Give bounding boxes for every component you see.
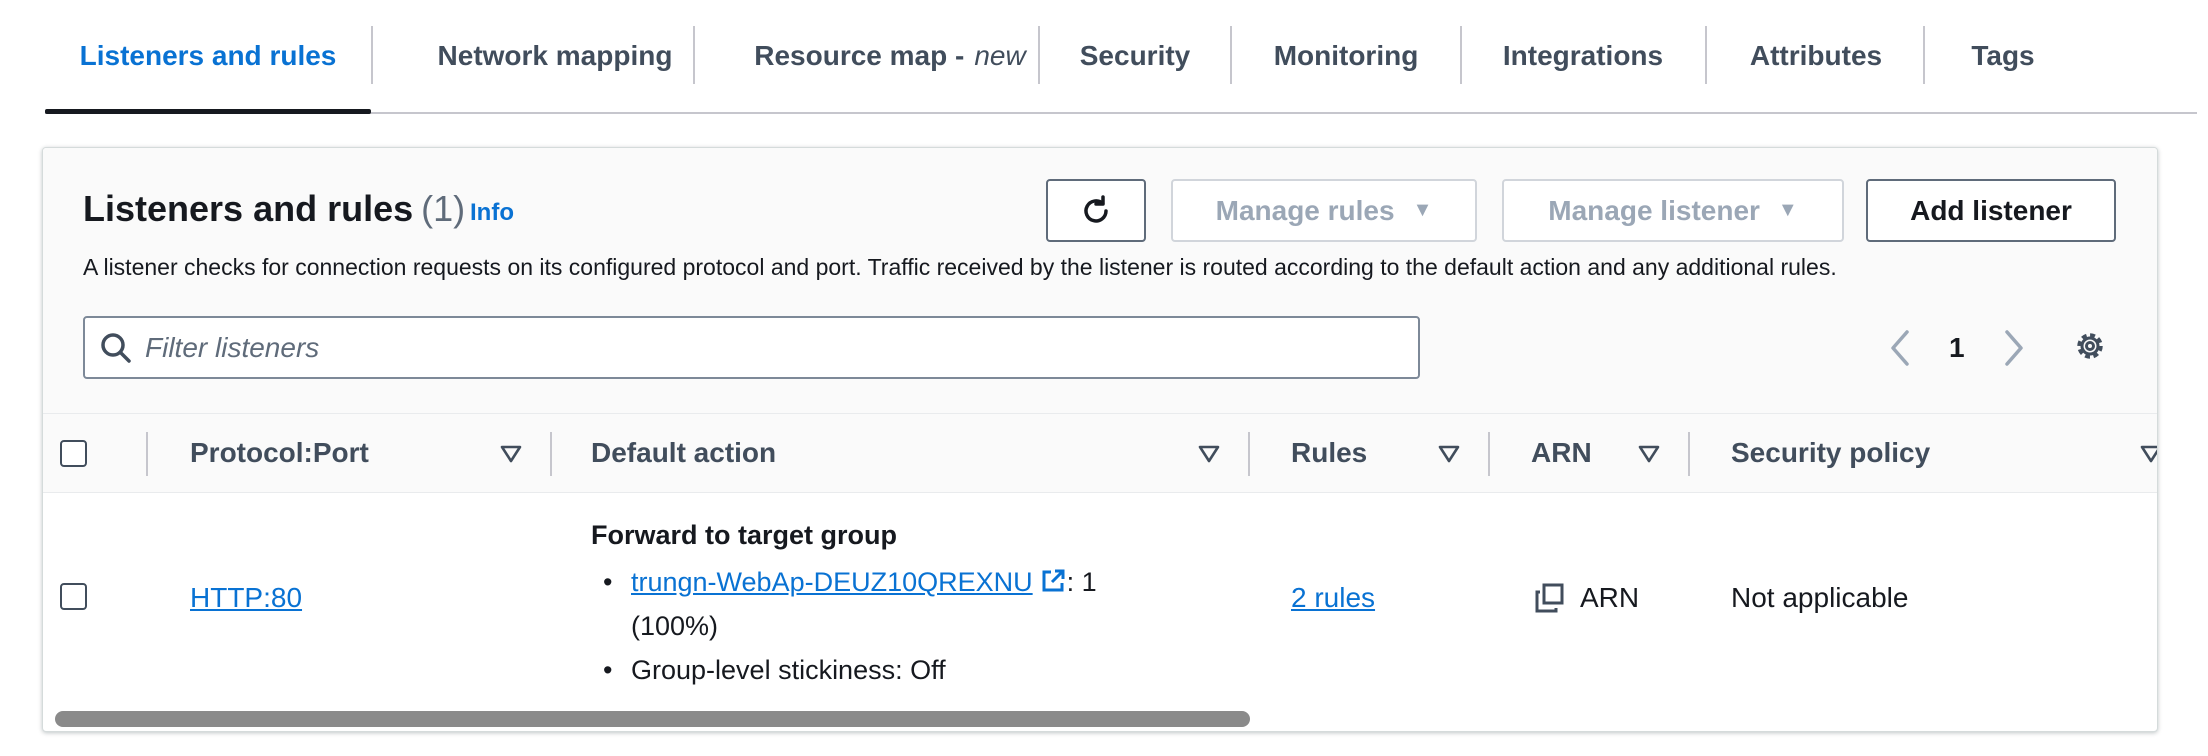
- table-row: HTTP:80 Forward to target group trungn-W…: [43, 494, 2157, 704]
- tab-label: Attributes: [1749, 40, 1883, 71]
- column-divider: [1488, 432, 1490, 476]
- column-divider: [146, 432, 148, 476]
- tab-integrations[interactable]: Integrations: [1462, 0, 1704, 112]
- protocol-port-link[interactable]: HTTP:80: [190, 582, 302, 614]
- table-header: Protocol:Port Default action Rules ARN S…: [43, 413, 2157, 493]
- new-badge: new: [974, 40, 1026, 71]
- tab-label: Monitoring: [1273, 40, 1419, 71]
- sort-icon[interactable]: [2140, 444, 2158, 464]
- horizontal-scrollbar[interactable]: [55, 711, 1250, 727]
- tab-label: Network mapping: [437, 40, 673, 71]
- tab-bar: Listeners and rules Network mapping Reso…: [45, 0, 2197, 114]
- tab-tags[interactable]: Tags: [1925, 0, 2081, 112]
- tab-attributes[interactable]: Attributes: [1707, 0, 1925, 112]
- tab-label: Listeners and rules: [79, 40, 337, 71]
- page-number[interactable]: 1: [1949, 332, 1965, 364]
- add-listener-button[interactable]: Add listener: [1866, 179, 2116, 242]
- search-icon: [101, 332, 131, 363]
- sort-icon[interactable]: [500, 444, 522, 464]
- caret-down-icon: ▼: [1777, 199, 1798, 221]
- column-header-rules[interactable]: Rules: [1291, 437, 1367, 469]
- target-weight: : 1: [1066, 567, 1097, 597]
- tab-label: Security: [1079, 40, 1191, 71]
- tab-monitoring[interactable]: Monitoring: [1232, 0, 1460, 112]
- tab-label: Tags: [1971, 40, 2035, 71]
- tab-listeners-and-rules[interactable]: Listeners and rules: [45, 0, 371, 114]
- listener-count: (1): [421, 188, 466, 229]
- chevron-right-icon[interactable]: [1999, 326, 2029, 370]
- panel-description: A listener checks for connection request…: [83, 254, 1837, 280]
- info-link[interactable]: Info: [470, 199, 514, 227]
- manage-rules-button[interactable]: Manage rules ▼: [1171, 179, 1477, 242]
- external-link-icon[interactable]: [1039, 567, 1067, 595]
- listeners-panel: Listeners and rules (1) Info A listener c…: [42, 147, 2158, 732]
- column-divider: [550, 432, 552, 476]
- copy-arn-button[interactable]: ARN: [1534, 582, 1639, 614]
- target-group-item: trungn-WebAp-DEUZ10QREXNU : 1 (100%): [591, 560, 1151, 648]
- tab-label: Resource map -: [754, 40, 965, 71]
- panel-title-text: Listeners and rules: [83, 188, 414, 229]
- arn-label: ARN: [1580, 582, 1640, 613]
- column-header-arn[interactable]: ARN: [1531, 437, 1592, 469]
- tab-label: Integrations: [1502, 40, 1664, 71]
- security-policy-value: Not applicable: [1731, 582, 1909, 613]
- tab-security[interactable]: Security: [1040, 0, 1230, 112]
- target-weight-percent: (100%): [631, 611, 719, 641]
- target-group-link[interactable]: trungn-WebAp-DEUZ10QREXNU: [631, 567, 1033, 597]
- filter-listeners-input[interactable]: [145, 331, 1345, 364]
- column-header-security-policy[interactable]: Security policy: [1731, 437, 1930, 469]
- sort-icon[interactable]: [1198, 444, 1220, 464]
- manage-listener-label: Manage listener: [1548, 194, 1760, 226]
- filter-box: [83, 316, 1420, 379]
- default-action-details: trungn-WebAp-DEUZ10QREXNU : 1 (100%) Group…: [591, 560, 1151, 692]
- select-all-checkbox[interactable]: [60, 440, 87, 467]
- row-checkbox[interactable]: [60, 583, 87, 610]
- column-header-protocol-port[interactable]: Protocol:Port: [190, 437, 369, 469]
- sort-icon[interactable]: [1438, 444, 1460, 464]
- panel-title: Listeners and rules (1): [83, 188, 465, 230]
- copy-icon: [1535, 583, 1564, 613]
- tab-resource-map[interactable]: Resource map - new: [695, 0, 1085, 112]
- manage-listener-button[interactable]: Manage listener ▼: [1502, 179, 1844, 242]
- tab-network-mapping[interactable]: Network mapping: [373, 0, 737, 112]
- column-divider: [1688, 432, 1690, 476]
- rules-link[interactable]: 2 rules: [1291, 582, 1375, 614]
- sort-icon[interactable]: [1638, 444, 1660, 464]
- caret-down-icon: ▼: [1412, 199, 1433, 221]
- column-header-default-action[interactable]: Default action: [591, 437, 776, 469]
- column-divider: [1248, 432, 1250, 476]
- default-action-title: Forward to target group: [591, 520, 897, 550]
- stickiness-item: Group-level stickiness: Off: [591, 648, 1151, 692]
- gear-icon[interactable]: [2072, 328, 2108, 364]
- refresh-icon: [1084, 194, 1108, 223]
- refresh-button[interactable]: [1046, 179, 1146, 242]
- panel-header: Listeners and rules (1) Info A listener c…: [43, 148, 2157, 413]
- chevron-left-icon[interactable]: [1885, 326, 1915, 370]
- manage-rules-label: Manage rules: [1215, 194, 1395, 226]
